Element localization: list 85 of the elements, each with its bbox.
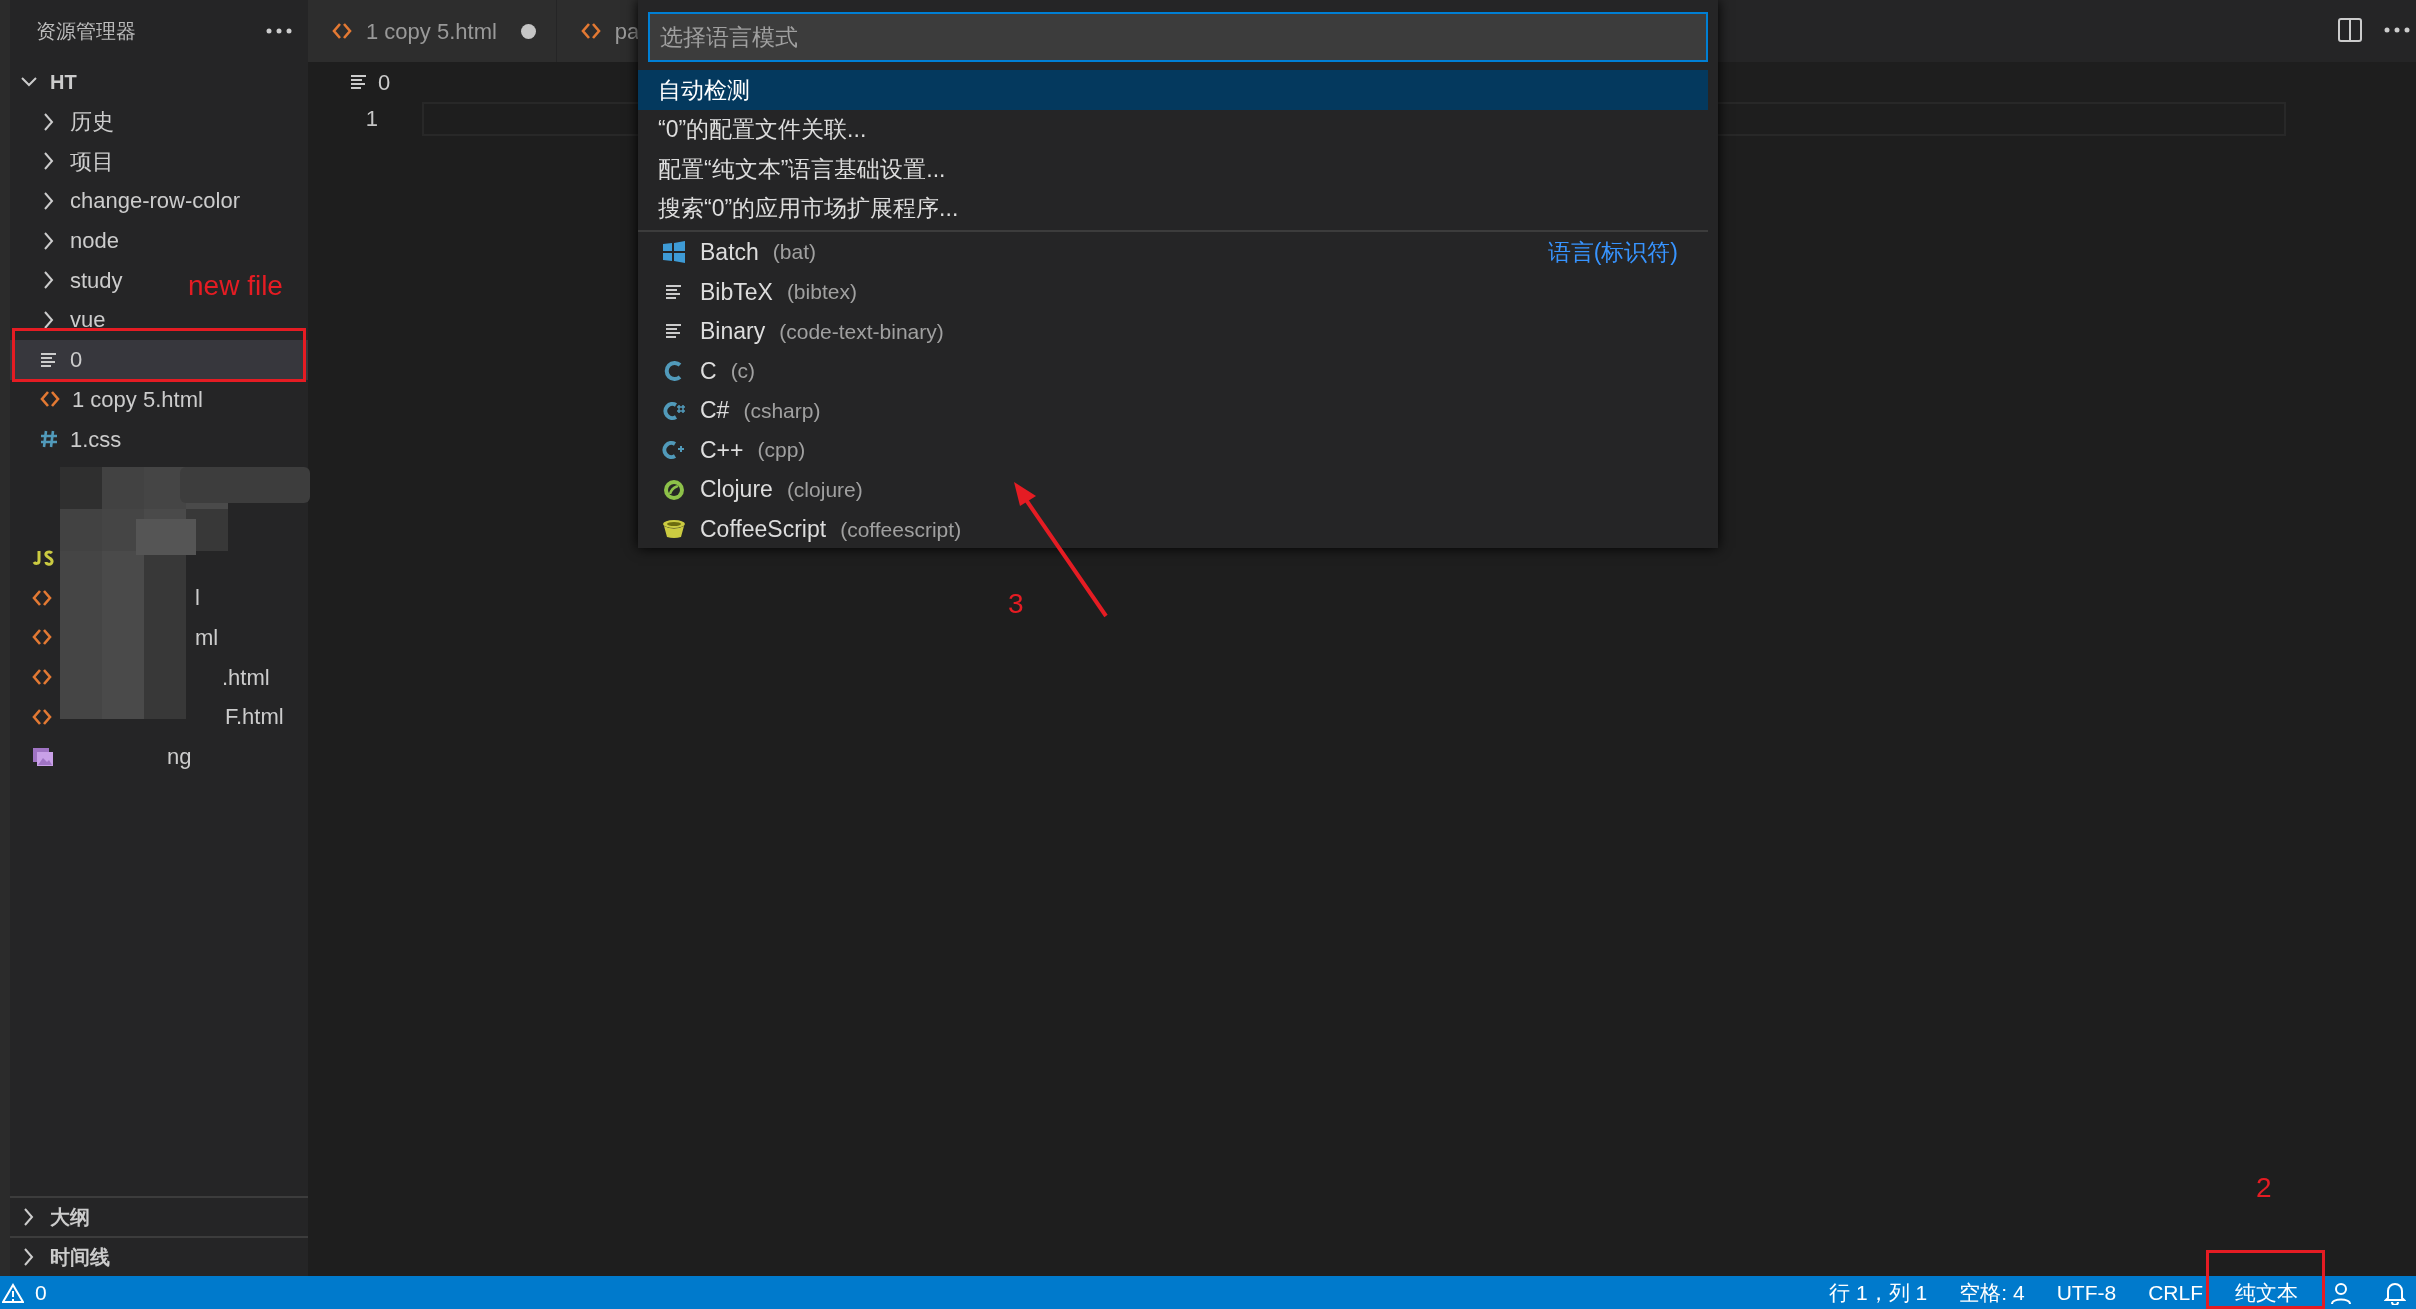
- menu-item[interactable]: “0”的配置文件关联...: [638, 109, 1708, 150]
- account-icon: [2330, 1281, 2352, 1304]
- problems-indicator[interactable]: 0: [2, 1276, 47, 1309]
- language-item[interactable]: Clojure (clojure): [638, 469, 1708, 510]
- language-name: Clojure: [700, 475, 773, 505]
- language-name: Binary: [700, 317, 766, 347]
- column-hint: 语言(标识符): [1547, 237, 1678, 267]
- folder-item[interactable]: 项目: [10, 141, 122, 182]
- language-item[interactable]: C (c): [638, 351, 1708, 391]
- file-name-fragment: ml: [195, 623, 219, 652]
- annotation-label: 2: [2256, 1174, 2272, 1202]
- file-item[interactable]: 1.css: [10, 419, 130, 459]
- language-name: C: [700, 356, 717, 386]
- code-brackets-icon: [32, 628, 52, 647]
- code-brackets-icon: [32, 668, 52, 687]
- language-id: (code-text-binary): [779, 318, 944, 345]
- text-lines-icon: [665, 282, 683, 301]
- more-icon: [266, 28, 292, 34]
- c-letter-icon: [664, 360, 684, 381]
- code-brackets-icon: [332, 22, 352, 40]
- c-sharp-icon: [662, 400, 686, 421]
- language-item[interactable]: BibTeX (bibtex): [638, 271, 1708, 312]
- file-item[interactable]: 1 copy 5.html: [10, 379, 211, 420]
- language-id: (clojure): [786, 477, 863, 503]
- windows-logo-icon: [662, 241, 686, 264]
- image-icon: [32, 746, 54, 767]
- code-brackets-icon: [580, 22, 601, 40]
- menu-item[interactable]: 配置“纯文本”语言基础设置...: [638, 149, 1708, 189]
- language-id: (c): [730, 358, 756, 385]
- status-item[interactable]: UTF-8: [2056, 1276, 2117, 1309]
- annotation-label: 3: [1008, 590, 1024, 618]
- bell-icon: [2384, 1280, 2406, 1305]
- folder-item[interactable]: change-row-color: [10, 181, 248, 221]
- language-id: (bibtex): [786, 279, 857, 305]
- text-lines-icon: [665, 322, 683, 341]
- breadcrumb-item[interactable]: 0: [378, 65, 391, 99]
- language-id: (bat): [772, 239, 816, 266]
- language-name: BibTeX: [700, 277, 773, 307]
- file-item[interactable]: 0: [10, 339, 308, 380]
- folder-item[interactable]: 历史: [10, 101, 122, 142]
- text-lines-icon: [350, 73, 368, 91]
- code-brackets-icon: [40, 390, 60, 409]
- language-id: (cpp): [757, 437, 806, 464]
- editor-tab[interactable]: 1 copy 5.html: [308, 0, 557, 62]
- file-name-fragment: .html: [222, 663, 270, 692]
- language-name: CoffeeScript: [700, 515, 827, 545]
- folder-header[interactable]: HT: [10, 62, 308, 102]
- file-name-fragment: F.html: [225, 703, 284, 732]
- coffee-cup-icon: [662, 519, 686, 540]
- text-lines-icon: [40, 350, 58, 369]
- c-plus-plus-icon: [662, 440, 686, 461]
- status-item[interactable]: 空格: 4: [1959, 1276, 2025, 1309]
- hash-icon: [40, 430, 58, 449]
- language-item[interactable]: Binary (code-text-binary): [638, 311, 1708, 352]
- file-name-fragment: l: [195, 584, 200, 613]
- annotation-label: new file: [188, 272, 283, 300]
- language-name: Batch: [700, 237, 759, 267]
- split-editor-icon: [2338, 18, 2362, 42]
- warning-icon: [2, 1282, 24, 1303]
- clojure-logo-icon: [663, 478, 685, 501]
- section-header[interactable]: 大纲: [10, 1196, 308, 1236]
- js-icon: [32, 549, 54, 568]
- folder-item[interactable]: node: [10, 220, 127, 261]
- language-item[interactable]: C++ (cpp): [638, 430, 1708, 470]
- language-item[interactable]: C# (csharp): [638, 390, 1708, 431]
- code-brackets-icon: [32, 707, 52, 726]
- status-item[interactable]: 行 1，列 1: [1829, 1276, 1928, 1309]
- status-item[interactable]: 纯文本: [2235, 1276, 2298, 1309]
- line-number: 1: [364, 105, 378, 133]
- status-item[interactable]: CRLF: [2148, 1276, 2203, 1309]
- file-name-fragment: ng: [167, 743, 192, 772]
- menu-item[interactable]: 搜索“0”的应用市场扩展程序...: [638, 188, 1708, 229]
- language-item[interactable]: CoffeeScript (coffeescript): [638, 509, 1708, 550]
- more-icon: [2384, 27, 2410, 33]
- search-field[interactable]: 选择语言模式: [648, 12, 1708, 62]
- code-brackets-icon: [32, 588, 52, 607]
- sidebar-title: 资源管理器: [36, 19, 136, 44]
- language-item[interactable]: Batch (bat) 语言(标识符): [638, 232, 1708, 272]
- language-id: (coffeescript): [840, 516, 962, 543]
- folder-item[interactable]: vue: [10, 300, 114, 340]
- menu-item[interactable]: 自动检测: [638, 70, 1708, 110]
- language-id: (csharp): [743, 397, 821, 424]
- folder-item[interactable]: study: [10, 260, 131, 301]
- language-name: C++: [700, 435, 744, 465]
- language-name: C#: [700, 396, 730, 426]
